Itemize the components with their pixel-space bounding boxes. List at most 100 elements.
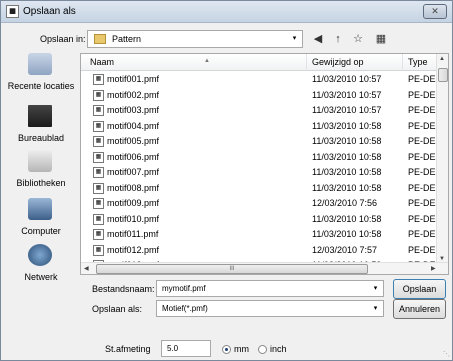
file-modified-date: 11/03/2010 10:58 xyxy=(312,229,382,239)
desktop-icon xyxy=(28,105,52,127)
place-label: Bureaublad xyxy=(17,133,65,143)
file-name: motif011.pmf xyxy=(107,229,159,239)
pmf-file-icon: ▦ xyxy=(93,213,104,225)
file-type: PE-DES xyxy=(408,105,436,115)
vertical-scroll-thumb[interactable] xyxy=(438,68,448,82)
save-button[interactable]: Opslaan xyxy=(393,279,446,299)
scroll-up-icon[interactable]: ▲ xyxy=(439,56,445,62)
save-in-dropdown[interactable]: Pattern ▾ xyxy=(87,30,303,48)
chevron-down-icon[interactable]: ▾ xyxy=(370,283,381,295)
network-icon xyxy=(28,244,52,266)
column-header-modified[interactable]: Gewijzigd op xyxy=(307,54,403,71)
dialog-title: Opslaan als xyxy=(23,6,76,17)
view-menu-icon[interactable]: ▦ xyxy=(372,32,390,46)
table-row[interactable]: ▦motif007.pmf 11/03/2010 10:58 PE-DES xyxy=(81,165,436,180)
scroll-right-icon[interactable]: ▶ xyxy=(431,265,436,272)
file-modified-date: 11/03/2010 10:58 xyxy=(312,213,382,224)
sort-ascending-icon: ▲ xyxy=(204,58,210,64)
new-folder-icon[interactable]: ☆ xyxy=(351,32,365,46)
file-modified-date: 11/03/2010 10:58 xyxy=(312,136,382,146)
back-icon[interactable]: ◀ xyxy=(311,32,325,46)
file-modified-date: 11/03/2010 10:58 xyxy=(312,151,382,162)
unit-mm-label: mm xyxy=(234,344,249,354)
file-modified-date: 11/03/2010 10:58 xyxy=(312,120,382,131)
size-input[interactable]: 5.0 xyxy=(161,340,211,357)
unit-mm-radio[interactable] xyxy=(222,345,231,354)
table-row[interactable]: ▦motif006.pmf 11/03/2010 10:58 PE-DES xyxy=(81,150,436,165)
pmf-file-icon: ▦ xyxy=(93,198,104,209)
title-bar[interactable]: ▦ Opslaan als ✕ xyxy=(1,1,452,23)
resize-grip-icon[interactable]: ⋱ xyxy=(443,350,450,358)
computer-icon xyxy=(28,198,52,220)
filename-value: mymotif.pmf xyxy=(162,284,206,293)
filename-label: Bestandsnaam: xyxy=(92,284,155,294)
column-header-label: Naam xyxy=(90,57,115,67)
table-row[interactable]: ▦motif002.pmf 11/03/2010 10:57 PE-DES xyxy=(81,88,436,103)
file-modified-date: 11/03/2010 10:58 xyxy=(312,182,382,193)
file-name: motif001.pmf xyxy=(107,74,160,84)
app-icon: ▦ xyxy=(6,5,19,18)
table-row[interactable]: ▦motif011.pmf 11/03/2010 10:58 PE-DES xyxy=(81,227,436,242)
pmf-file-icon: ▦ xyxy=(93,74,104,85)
table-row[interactable]: ▦motif005.pmf 11/03/2010 10:58 PE-DES xyxy=(81,134,436,149)
table-row[interactable]: ▦motif001.pmf 11/03/2010 10:57 PE-DES xyxy=(81,72,436,87)
place-libraries[interactable]: Bibliotheken xyxy=(6,150,76,194)
table-row[interactable]: ▦motif012.pmf 12/03/2010 7:57 PE-DES xyxy=(81,243,436,258)
file-type: PE-DES xyxy=(408,229,436,239)
cancel-button[interactable]: Annuleren xyxy=(393,299,446,319)
pmf-file-icon: ▦ xyxy=(93,89,104,101)
save-in-label: Opslaan in: xyxy=(40,34,86,44)
places-bar: Recente locaties Bureaublad Bibliotheken… xyxy=(6,53,76,283)
recent-locations-icon xyxy=(28,53,52,75)
filename-input[interactable]: mymotif.pmf ▾ xyxy=(156,280,384,297)
file-modified-date: 11/03/2010 10:57 xyxy=(312,74,382,84)
place-network[interactable]: Netwerk xyxy=(6,244,76,288)
file-name: motif005.pmf xyxy=(107,136,160,146)
place-label: Netwerk xyxy=(24,272,58,282)
file-modified-date: 12/03/2010 7:57 xyxy=(312,244,378,255)
column-header-name[interactable]: Naam ▲ xyxy=(81,54,307,71)
file-name: motif009.pmf xyxy=(107,198,160,208)
place-computer[interactable]: Computer xyxy=(6,198,76,242)
vertical-scrollbar[interactable]: ▲ ▼ xyxy=(436,54,448,264)
file-type: PE-DES xyxy=(408,151,436,162)
pmf-file-icon: ▦ xyxy=(93,244,104,256)
table-row[interactable]: ▦motif004.pmf 11/03/2010 10:58 PE-DES xyxy=(81,119,436,134)
save-as-dialog: ▦ Opslaan als ✕ Opslaan in: Pattern ▾ ◀ … xyxy=(0,0,453,361)
file-list-header: Naam ▲ Gewijzigd op Type xyxy=(81,54,448,71)
folder-icon xyxy=(94,34,106,44)
file-list[interactable]: Naam ▲ Gewijzigd op Type ▦ motif001.pmf 11… xyxy=(80,53,449,275)
pmf-file-icon: ▦ xyxy=(93,136,104,147)
place-desktop[interactable]: Bureaublad xyxy=(6,105,76,149)
table-row[interactable]: ▦motif009.pmf 12/03/2010 7:56 PE-DES xyxy=(81,196,436,211)
file-name: motif012.pmf xyxy=(107,244,160,255)
horizontal-scroll-thumb[interactable]: III xyxy=(96,264,368,274)
file-type: PE-DES xyxy=(408,198,436,208)
place-recent-locations[interactable]: Recente locaties xyxy=(6,53,76,97)
filetype-label: Opslaan als: xyxy=(92,304,143,314)
file-modified-date: 12/03/2010 7:56 xyxy=(312,198,378,208)
filetype-value: Motief(*.pmf) xyxy=(162,304,208,313)
file-name: motif010.pmf xyxy=(107,213,160,224)
file-name: motif008.pmf xyxy=(107,182,160,193)
place-label: Bibliotheken xyxy=(16,178,66,188)
size-value: 5.0 xyxy=(167,344,179,353)
pmf-file-icon: ▦ xyxy=(93,229,104,240)
horizontal-scrollbar[interactable]: ◀ III ▶ xyxy=(81,262,448,274)
file-type: PE-DES xyxy=(408,74,436,84)
scroll-left-icon[interactable]: ◀ xyxy=(84,265,89,272)
file-modified-date: 11/03/2010 10:57 xyxy=(312,105,382,115)
unit-inch-radio[interactable] xyxy=(258,345,267,354)
table-row[interactable]: ▦motif010.pmf 11/03/2010 10:58 PE-DES xyxy=(81,212,436,227)
filetype-select[interactable]: Motief(*.pmf) ▾ xyxy=(156,300,384,317)
close-button[interactable]: ✕ xyxy=(423,4,447,19)
table-row[interactable]: ▦motif003.pmf 11/03/2010 10:57 PE-DES xyxy=(81,103,436,118)
pmf-file-icon: ▦ xyxy=(93,105,104,116)
file-type: PE-DES xyxy=(408,167,436,177)
table-row[interactable]: ▦motif008.pmf 11/03/2010 10:58 PE-DES xyxy=(81,181,436,196)
file-name: motif006.pmf xyxy=(107,151,160,162)
unit-inch-label: inch xyxy=(270,344,287,354)
file-type: PE-DES xyxy=(408,182,436,193)
up-folder-icon[interactable]: ↑ xyxy=(331,32,345,46)
pmf-file-icon: ▦ xyxy=(93,120,104,132)
